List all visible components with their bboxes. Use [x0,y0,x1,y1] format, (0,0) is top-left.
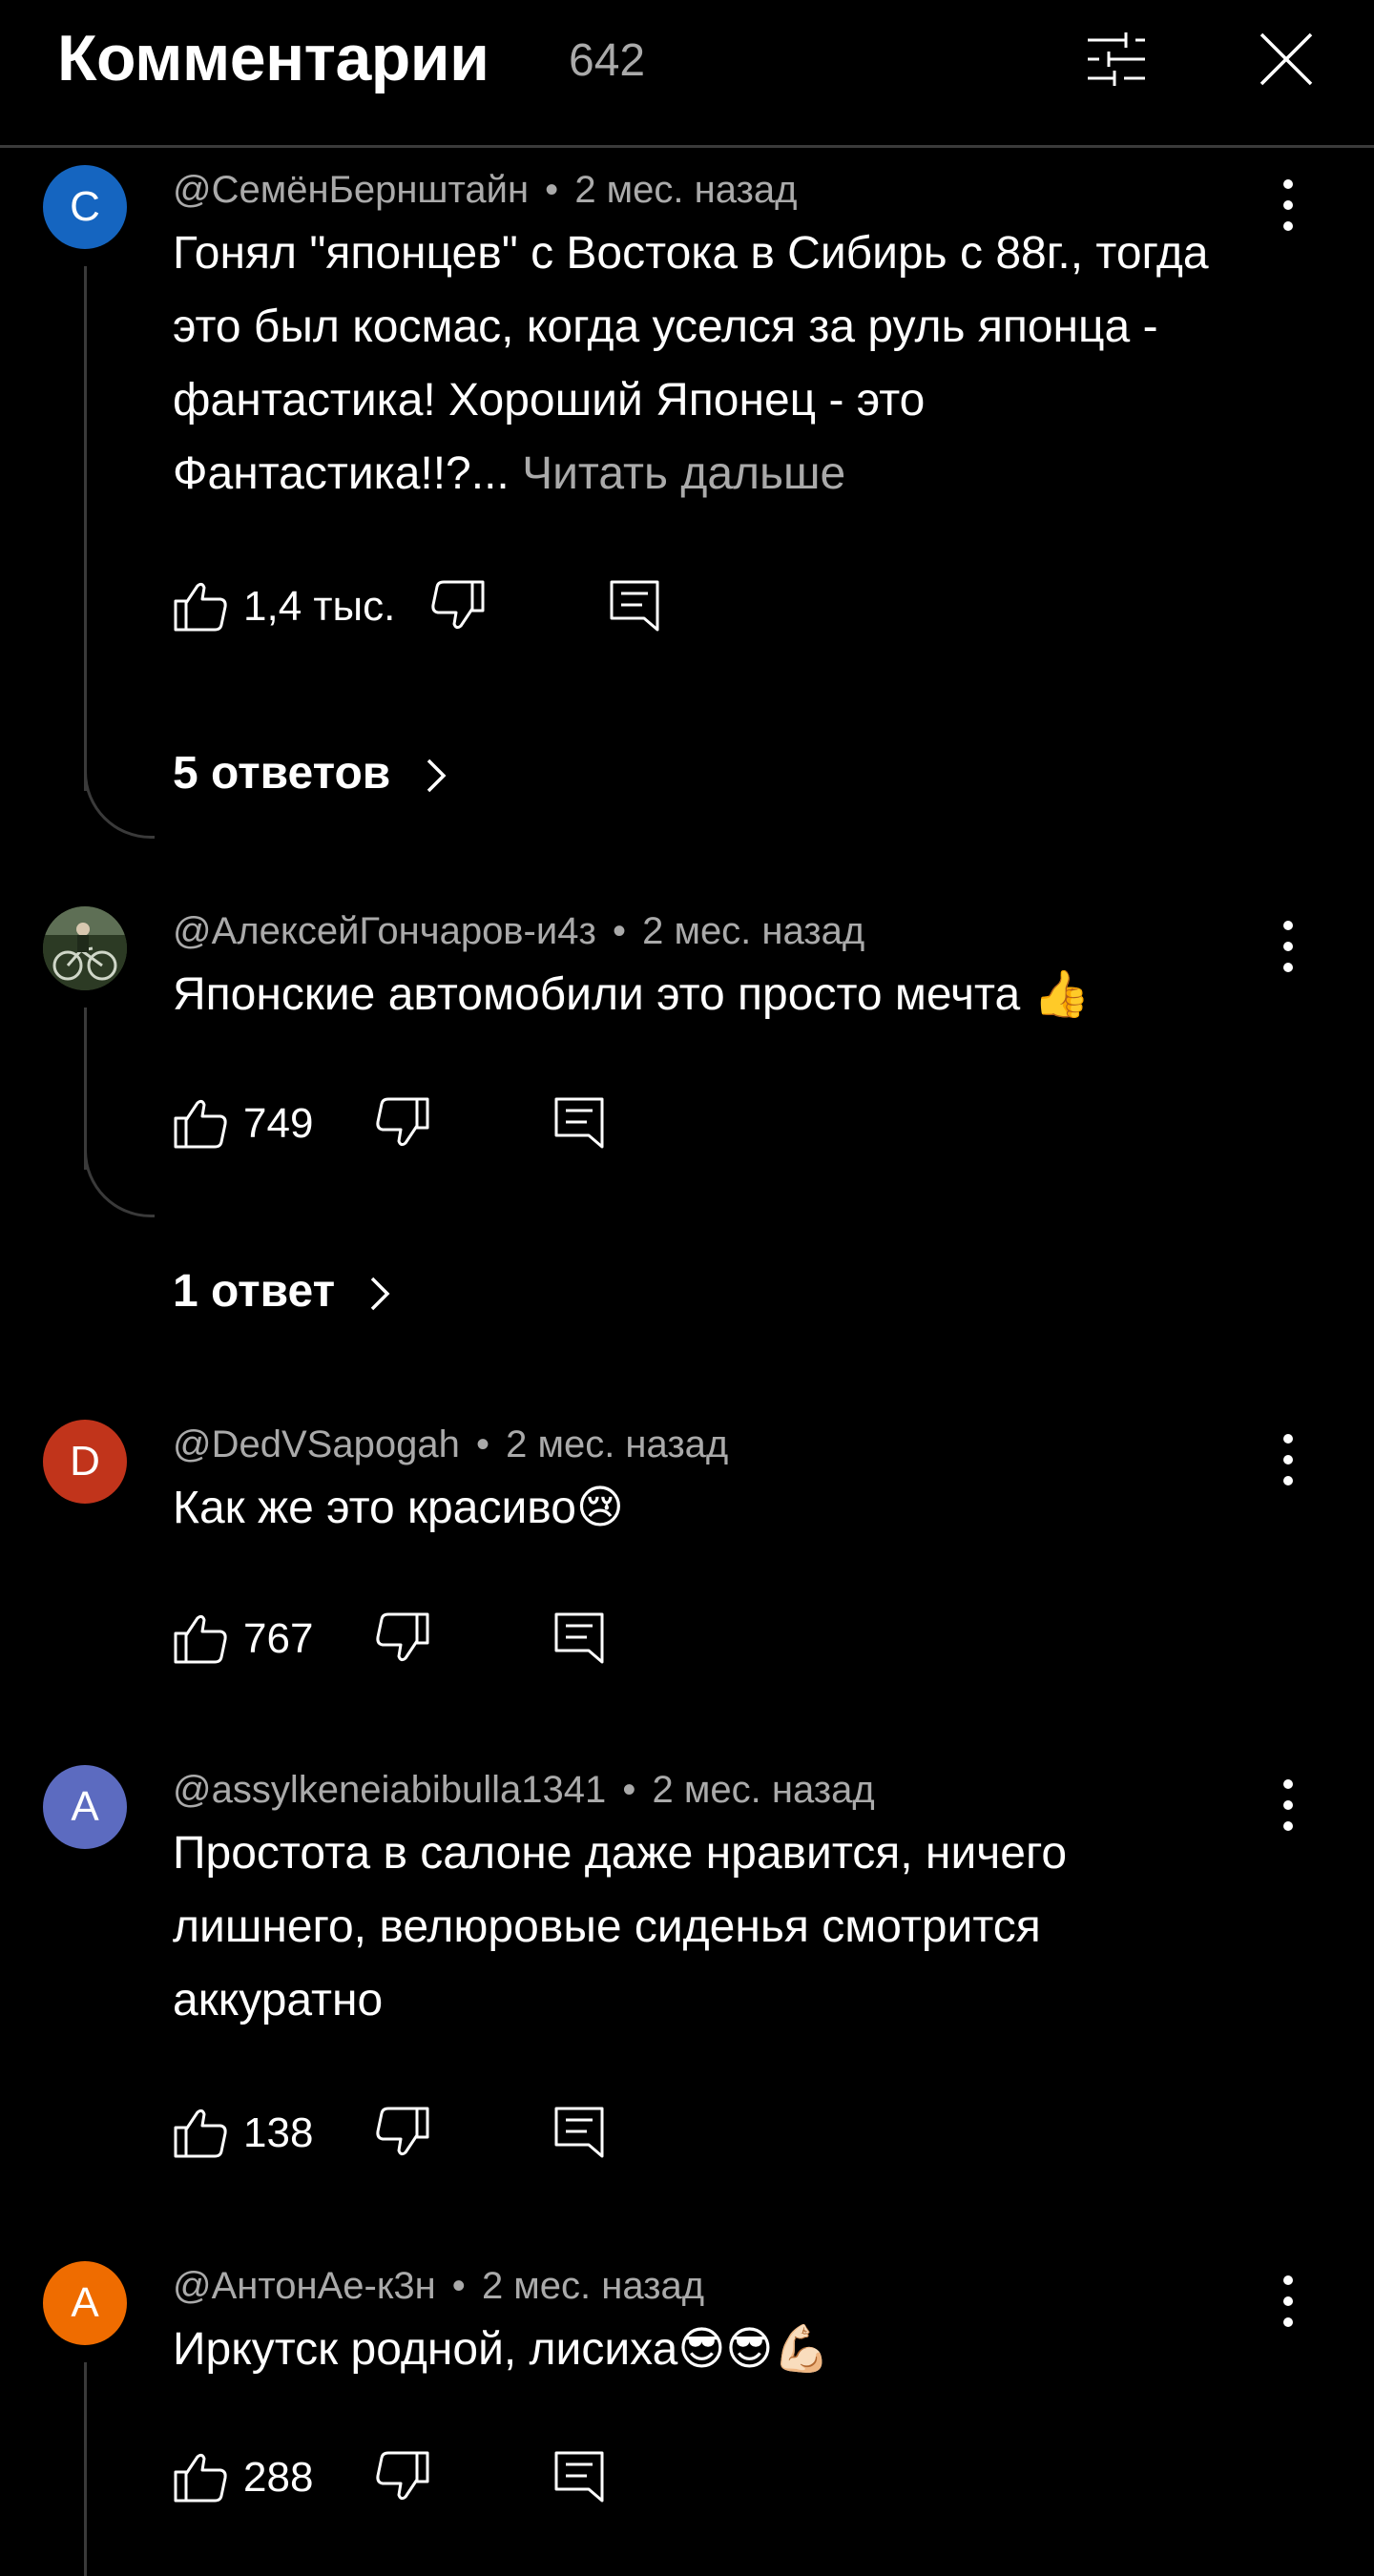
comments-header: Комментарии 642 [0,0,1374,148]
comment-author[interactable]: @DedVSapogah [173,1423,460,1465]
comment-time: 2 мес. назад [506,1423,729,1465]
cyclist-photo [43,906,127,990]
meta-separator: • [622,1769,636,1811]
like-count: 767 [243,1615,314,1662]
dislike-button[interactable] [375,2102,430,2163]
sliders-icon[interactable] [1086,29,1147,90]
replies-count: 5 ответов [173,748,391,799]
comment-time: 2 мес. назад [642,910,865,952]
thread-curve [84,1151,155,1217]
reply-icon[interactable] [552,2446,608,2507]
comment-text: Как же это красиво😢 [173,1471,1241,1545]
avatar-letter: А [71,2279,99,2326]
comment-author[interactable]: @assylkeneiabibulla1341 [173,1769,606,1811]
avatar-letter: D [70,1438,100,1485]
more-vert-icon[interactable] [1271,1431,1305,1488]
dislike-button[interactable] [375,1092,430,1153]
replies-count: 1 ответ [173,1266,336,1317]
avatar-letter: A [71,1783,99,1830]
comment-meta: @АнтонАе-к3н • 2 мес. назад [173,2265,704,2308]
comment-meta: @assylkeneiabibulla1341 • 2 мес. назад [173,1769,875,1812]
dislike-button[interactable] [375,1608,430,1669]
reply-icon[interactable] [552,1608,608,1669]
meta-separator: • [545,169,559,211]
comment-time: 2 мес. назад [481,2265,705,2307]
comment-meta: @DedVSapogah • 2 мес. назад [173,1423,728,1466]
page-title: Комментарии [57,22,489,94]
comment-time: 2 мес. назад [652,1769,875,1811]
comment-author[interactable]: @СемёнБернштайн [173,169,529,211]
comment-body: Как же это красиво😢 [173,1483,624,1533]
avatar[interactable]: А [43,2261,127,2345]
comment-meta: @АлексейГончаров-и4з • 2 мес. назад [173,910,864,953]
avatar[interactable]: С [43,165,127,249]
dislike-button[interactable] [375,2446,430,2507]
thread-line [84,1008,87,1170]
like-button[interactable] [173,1092,228,1153]
more-vert-icon[interactable] [1271,918,1305,975]
comment-body: Японские автомобили это просто мечта 👍 [173,969,1091,1020]
comment-time: 2 мес. назад [574,169,798,211]
meta-separator: • [451,2265,466,2307]
comment-text: Иркутск родной, лисиха😎😎💪🏻 [173,2313,1241,2386]
comment-count: 642 [569,35,646,86]
reply-icon[interactable] [552,2102,608,2163]
reply-icon[interactable] [552,1092,608,1153]
read-more-link[interactable]: Читать дальше [522,448,845,499]
comment-meta: @СемёнБернштайн • 2 мес. назад [173,169,797,212]
like-button[interactable] [173,2446,228,2507]
like-button[interactable] [173,1608,228,1669]
view-replies-button[interactable]: 5 ответов [173,747,449,800]
more-vert-icon[interactable] [1271,2273,1305,2330]
chevron-right-icon [366,1273,393,1315]
comment-text: Гонял "японцев" с Востока в Сибирь с 88г… [173,217,1241,510]
thread-line [84,2362,87,2576]
chevron-right-icon [423,755,449,797]
comment-author[interactable]: @АлексейГончаров-и4з [173,910,596,952]
comment-author[interactable]: @АнтонАе-к3н [173,2265,436,2307]
like-count: 1,4 тыс. [243,583,396,630]
avatar[interactable]: A [43,1765,127,1849]
more-vert-icon[interactable] [1271,1776,1305,1834]
more-vert-icon[interactable] [1271,177,1305,234]
like-count: 749 [243,1100,314,1147]
like-button[interactable] [173,575,228,636]
thread-curve [84,772,155,839]
like-count: 288 [243,2454,314,2501]
dislike-button[interactable] [430,575,486,636]
thread-line [84,266,87,791]
reply-icon[interactable] [608,575,663,636]
comment-text: Простота в салоне даже нравится, ничего … [173,1817,1241,2037]
meta-separator: • [612,910,626,952]
meta-separator: • [475,1423,489,1465]
avatar-letter: С [70,183,100,230]
avatar[interactable] [43,906,127,990]
view-replies-button[interactable]: 1 ответ [173,1265,393,1318]
comment-body: Простота в салоне даже нравится, ничего … [173,1828,1068,2025]
like-button[interactable] [173,2102,228,2163]
comment-body: Иркутск родной, лисиха😎😎💪🏻 [173,2324,831,2375]
comment-text: Японские автомобили это просто мечта 👍 [173,958,1241,1031]
close-icon[interactable] [1256,29,1317,90]
avatar[interactable]: D [43,1420,127,1504]
like-count: 138 [243,2109,314,2156]
